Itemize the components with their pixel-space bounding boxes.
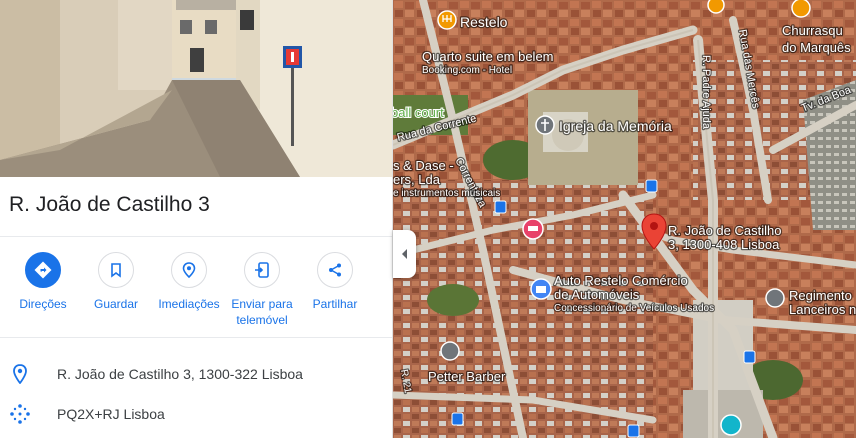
churrasqueira-label-line1: Churrasqu: [782, 23, 843, 38]
auto-restelo-label-line2: de Automóveis: [554, 287, 640, 302]
plus-code-row[interactable]: PQ2X+RJ Lisboa: [0, 396, 392, 432]
restelo-label: Restelo: [460, 14, 508, 30]
auto-restelo-label-line1: Auto Restelo Comércio: [554, 273, 688, 288]
barber-marker-icon[interactable]: [440, 341, 460, 361]
nearby-button[interactable]: Imediações: [152, 252, 226, 312]
regimento-marker-icon[interactable]: [765, 288, 785, 308]
ball-court-label: ball court: [393, 105, 444, 120]
directions-icon: [25, 252, 61, 288]
divider: [0, 236, 392, 237]
hotel-marker-icon[interactable]: [522, 218, 544, 240]
restelo-marker-icon[interactable]: [437, 10, 457, 30]
directions-label: Direções: [19, 297, 67, 311]
save-button[interactable]: Guardar: [79, 252, 153, 312]
send-to-phone-label-line2: telemóvel: [236, 313, 288, 327]
dase-label-line1: s & Dase -: [393, 158, 454, 173]
bus-stop-icon[interactable]: [627, 424, 640, 438]
bus-stop-icon[interactable]: [645, 179, 658, 193]
booking-label: Booking.com - Hotel: [422, 65, 512, 76]
petter-barber-label: Petter Barber: [428, 369, 506, 384]
bookmark-icon: [98, 252, 134, 288]
share-icon: [317, 252, 353, 288]
bus-stop-icon[interactable]: [494, 200, 507, 214]
igreja-label: Igreja da Memória: [559, 118, 672, 134]
send-to-phone-button[interactable]: Enviar para telemóvel: [225, 252, 299, 328]
share-label: Partilhar: [312, 297, 358, 311]
bus-stop-icon[interactable]: [743, 350, 756, 364]
attraction-marker-icon[interactable]: [720, 414, 742, 436]
selected-place-label-line1: R. João de Castilho: [668, 223, 781, 238]
send-to-phone-icon: [244, 252, 280, 288]
auto-restelo-label-line3: Concessionário de Veículos Usados: [554, 303, 714, 314]
address-row[interactable]: R. João de Castilho 3, 1300-322 Lisboa: [0, 356, 392, 392]
send-to-phone-label-line1: Enviar para: [231, 297, 293, 311]
nearby-label: Imediações: [158, 297, 220, 311]
shopping-marker-icon[interactable]: [530, 278, 552, 300]
plus-code-icon: [0, 403, 40, 425]
share-button[interactable]: Partilhar: [298, 252, 372, 312]
chevron-left-icon: [401, 249, 407, 259]
churrasqueira-marker-icon[interactable]: [791, 0, 811, 18]
regimento-label-line1: Regimento: [789, 288, 852, 303]
collapse-panel-button[interactable]: [393, 230, 416, 278]
save-label: Guardar: [93, 297, 139, 311]
directions-button[interactable]: Direções: [6, 252, 80, 312]
church-marker-icon[interactable]: [535, 115, 555, 135]
place-panel: R. João de Castilho 3 Direções Guardar I…: [0, 0, 393, 438]
send-to-phone-label: Enviar para telemóvel: [225, 296, 299, 328]
address-text: R. João de Castilho 3, 1300-322 Lisboa: [57, 366, 303, 382]
restaurant-marker-icon[interactable]: [707, 0, 725, 14]
divider: [0, 337, 392, 338]
regimento-label-line2: Lanceiros n: [789, 302, 856, 317]
place-title: R. João de Castilho 3: [9, 193, 210, 216]
location-pin-icon: [0, 364, 40, 384]
quarto-suite-label: Quarto suite em belem: [422, 49, 554, 64]
nearby-icon: [171, 252, 207, 288]
dase-label-line3: e instrumentos musicais: [393, 188, 500, 199]
satellite-map[interactable]: Restelo Churrasqu do Marquês Tv. da Boa …: [393, 0, 856, 438]
action-bar: Direções Guardar Imediações Enviar para …: [0, 252, 392, 332]
dase-label-line2: ers, Lda: [393, 172, 441, 187]
r-ajuda-label: R. Padre Ajuda: [700, 55, 712, 130]
selected-place-label-line2: 3, 1300-408 Lisboa: [668, 237, 780, 252]
bus-stop-icon[interactable]: [451, 412, 464, 426]
plus-code-text: PQ2X+RJ Lisboa: [57, 406, 165, 422]
street-view-photo[interactable]: [0, 0, 392, 177]
churrasqueira-label-line2: do Marquês: [782, 40, 851, 55]
